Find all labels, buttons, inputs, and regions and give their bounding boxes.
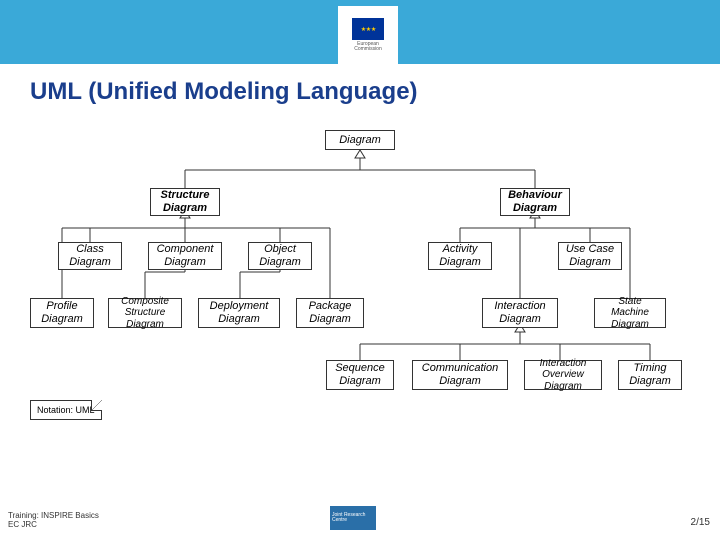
node-package: Package Diagram	[296, 298, 364, 328]
footer-training-2: EC JRC	[8, 520, 99, 530]
page-title: UML (Unified Modeling Language)	[0, 64, 720, 106]
node-behaviour: Behaviour Diagram	[500, 188, 570, 216]
footer-left: Training: INSPIRE Basics EC JRC	[8, 511, 99, 530]
uml-diagram: Diagram Structure Diagram Behaviour Diag…	[30, 130, 690, 470]
node-interaction-overview: Interaction Overview Diagram	[524, 360, 602, 390]
node-component: Component Diagram	[148, 242, 222, 270]
footer-training-1: Training: INSPIRE Basics	[8, 511, 99, 521]
logo-text-2: Commission	[354, 47, 382, 52]
node-class: Class Diagram	[58, 242, 122, 270]
node-interaction: Interaction Diagram	[482, 298, 558, 328]
notation-note: Notation: UML	[30, 400, 102, 420]
node-profile: Profile Diagram	[30, 298, 94, 328]
node-activity: Activity Diagram	[428, 242, 492, 270]
footer-center-badge: Joint Research Centre	[330, 506, 376, 530]
node-composite: Composite Structure Diagram	[108, 298, 182, 328]
page-number: 2/15	[691, 517, 710, 528]
node-timing: Timing Diagram	[618, 360, 682, 390]
node-structure: Structure Diagram	[150, 188, 220, 216]
node-communication: Communication Diagram	[412, 360, 508, 390]
node-sequence: Sequence Diagram	[326, 360, 394, 390]
node-state: State Machine Diagram	[594, 298, 666, 328]
node-object: Object Diagram	[248, 242, 312, 270]
node-diagram: Diagram	[325, 130, 395, 150]
node-deployment: Deployment Diagram	[198, 298, 280, 328]
footer: Training: INSPIRE Basics EC JRC Joint Re…	[0, 504, 720, 534]
node-usecase: Use Case Diagram	[558, 242, 622, 270]
eu-flag-icon: ★ ★ ★	[352, 18, 384, 40]
header-bar: ★ ★ ★ European Commission	[0, 0, 720, 64]
ec-logo: ★ ★ ★ European Commission	[338, 6, 398, 64]
